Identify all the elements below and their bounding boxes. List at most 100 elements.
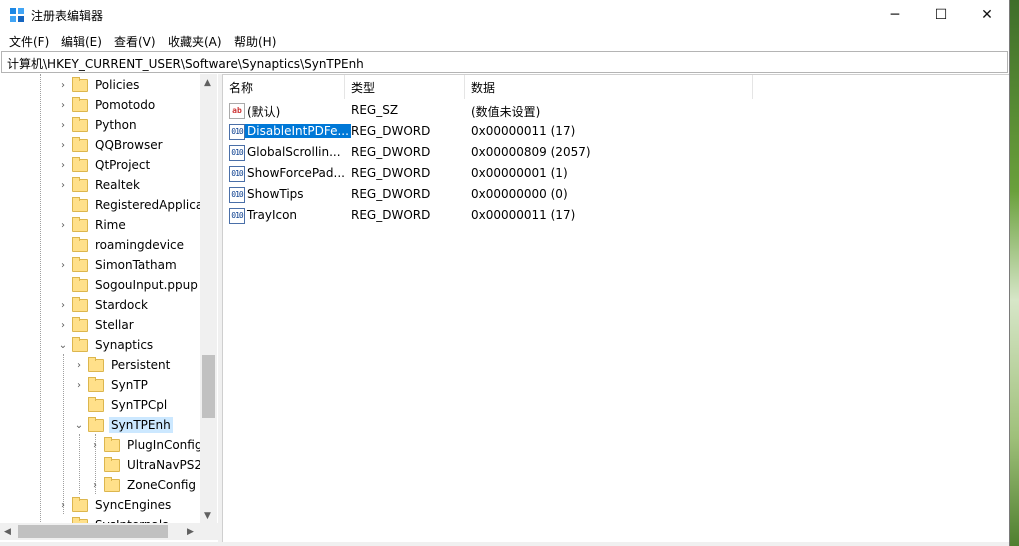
tree-item[interactable]: › SimonTatham <box>57 255 179 275</box>
value-row-selected[interactable]: 010 DisableIntPDFe... REG_DWORD 0x000000… <box>223 121 1003 142</box>
value-type: REG_SZ <box>351 103 399 117</box>
value-type: REG_DWORD <box>351 208 431 222</box>
value-name: TrayIcon <box>247 208 298 222</box>
tree-vertical-scroll-thumb[interactable] <box>202 355 215 418</box>
expand-arrow-icon[interactable]: › <box>57 500 69 511</box>
value-row[interactable]: 010 GlobalScrollin... REG_DWORD 0x000008… <box>223 142 1003 163</box>
expand-arrow-icon[interactable]: › <box>73 360 85 371</box>
scroll-up-icon[interactable]: ▲ <box>204 78 211 88</box>
tree-item[interactable]: › Realtek <box>57 175 142 195</box>
address-bar[interactable]: 计算机\HKEY_CURRENT_USER\Software\Synaptics… <box>1 51 1008 73</box>
tree-item[interactable]: › Stellar <box>57 315 136 335</box>
value-name: GlobalScrollin... <box>247 145 341 159</box>
expand-arrow-icon[interactable]: › <box>57 260 69 271</box>
value-row[interactable]: 010 TrayIcon REG_DWORD 0x00000011 (17) <box>223 205 1003 226</box>
key-tree-pane[interactable]: › Policies › Pomotodo › Python › QQBrows… <box>0 74 219 542</box>
tree-horizontal-scroll-thumb[interactable] <box>18 525 168 538</box>
dword-value-icon: 010 <box>229 208 245 224</box>
value-row[interactable]: 010 ShowForcePad... REG_DWORD 0x00000001… <box>223 163 1003 184</box>
minimize-button[interactable]: ─ <box>872 0 918 30</box>
tree-item[interactable]: RegisteredApplicati <box>57 195 213 215</box>
tree-item-label: Rime <box>95 218 126 232</box>
tree-item[interactable]: › PlugInConfig <box>89 435 204 455</box>
tree-item[interactable]: › Rime <box>57 215 128 235</box>
tree-item[interactable]: UltraNavPS2 <box>89 455 204 475</box>
folder-icon <box>72 276 88 292</box>
column-header-data[interactable]: 数据 <box>465 75 753 99</box>
folder-icon <box>72 176 88 192</box>
column-header-name[interactable]: 名称 <box>223 75 345 99</box>
folder-icon <box>72 96 88 112</box>
tree-item-selected[interactable]: ⌄ SynTPEnh <box>73 415 173 435</box>
expand-arrow-icon[interactable]: › <box>57 100 69 111</box>
folder-icon <box>72 296 88 312</box>
expand-arrow-icon[interactable]: › <box>57 120 69 131</box>
tree-item[interactable]: › QtProject <box>57 155 152 175</box>
tree-item[interactable]: › SynTP <box>73 375 150 395</box>
expand-arrow-icon[interactable]: › <box>73 380 85 391</box>
tree-item-label: SogouInput.ppup <box>95 278 198 292</box>
expand-arrow-icon[interactable]: › <box>57 320 69 331</box>
tree-item-label: Pomotodo <box>95 98 156 112</box>
value-data: 0x00000011 (17) <box>471 124 576 138</box>
scroll-left-icon[interactable]: ◀ <box>4 527 11 537</box>
dword-value-icon: 010 <box>229 166 245 182</box>
tree-item[interactable]: › Policies <box>57 75 141 95</box>
folder-icon <box>72 76 88 92</box>
scroll-down-icon[interactable]: ▼ <box>204 511 211 521</box>
registry-editor-window: 注册表编辑器 ─ ☐ ✕ 文件(F) 编辑(E) 查看(V) 收藏夹(A) 帮助… <box>0 0 1010 546</box>
tree-item[interactable]: › Python <box>57 115 139 135</box>
folder-icon <box>72 156 88 172</box>
folder-icon <box>104 476 120 492</box>
maximize-icon: ☐ <box>934 7 948 23</box>
close-icon: ✕ <box>981 7 993 23</box>
tree-item[interactable]: ⌄ Synaptics <box>57 335 155 355</box>
folder-icon <box>72 236 88 252</box>
value-type: REG_DWORD <box>351 124 431 138</box>
menu-file[interactable]: 文件(F) <box>9 33 49 50</box>
tree-item[interactable]: › Pomotodo <box>57 95 157 115</box>
expand-arrow-icon[interactable]: › <box>89 480 101 491</box>
menu-view[interactable]: 查看(V) <box>114 33 156 50</box>
expand-arrow-icon[interactable]: › <box>57 140 69 151</box>
expand-arrow-icon[interactable]: › <box>57 180 69 191</box>
tree-item-label: PlugInConfig <box>127 438 203 452</box>
tree-item[interactable]: roamingdevice <box>57 235 186 255</box>
folder-icon <box>104 456 120 472</box>
tree-item[interactable]: › Persistent <box>73 355 172 375</box>
tree-item[interactable]: SogouInput.ppup <box>57 275 200 295</box>
menu-help[interactable]: 帮助(H) <box>234 33 276 50</box>
minimize-icon: ─ <box>890 7 900 23</box>
tree-item-label: SyncEngines <box>95 498 172 512</box>
value-name: (默认) <box>247 105 281 119</box>
collapse-arrow-icon[interactable]: ⌄ <box>57 340 69 351</box>
tree-vertical-scrollbar[interactable] <box>200 74 217 523</box>
tree-item[interactable]: › QQBrowser <box>57 135 165 155</box>
tree-item[interactable]: › SyncEngines <box>57 495 173 515</box>
tree-item[interactable]: › ZoneConfig <box>89 475 198 495</box>
expand-arrow-icon[interactable]: › <box>57 220 69 231</box>
menu-bar: 文件(F) 编辑(E) 查看(V) 收藏夹(A) 帮助(H) <box>0 30 1009 51</box>
value-row[interactable]: 010 ShowTips REG_DWORD 0x00000000 (0) <box>223 184 1003 205</box>
folder-icon <box>72 316 88 332</box>
menu-edit[interactable]: 编辑(E) <box>61 33 102 50</box>
folder-icon <box>72 196 88 212</box>
folder-icon <box>72 256 88 272</box>
tree-item[interactable]: SynTPCpl <box>73 395 169 415</box>
collapse-arrow-icon[interactable]: ⌄ <box>73 420 85 431</box>
expand-arrow-icon[interactable]: › <box>89 440 101 451</box>
value-row[interactable]: ab (默认) REG_SZ (数值未设置) <box>223 100 1003 121</box>
menu-favorites[interactable]: 收藏夹(A) <box>168 33 222 50</box>
window-title: 注册表编辑器 <box>31 9 104 23</box>
scroll-right-icon[interactable]: ▶ <box>187 527 194 537</box>
column-header-type[interactable]: 类型 <box>345 75 465 99</box>
value-type: REG_DWORD <box>351 187 431 201</box>
expand-arrow-icon[interactable]: › <box>57 300 69 311</box>
expand-arrow-icon[interactable]: › <box>57 160 69 171</box>
tree-item[interactable]: › Stardock <box>57 295 150 315</box>
values-list-pane[interactable]: 名称 类型 数据 ab (默认) REG_SZ (数值未设置) 010 Disa… <box>222 74 1009 544</box>
close-button[interactable]: ✕ <box>964 0 1009 30</box>
tree-item-label: Policies <box>95 78 140 92</box>
maximize-button[interactable]: ☐ <box>918 0 964 30</box>
expand-arrow-icon[interactable]: › <box>57 80 69 91</box>
